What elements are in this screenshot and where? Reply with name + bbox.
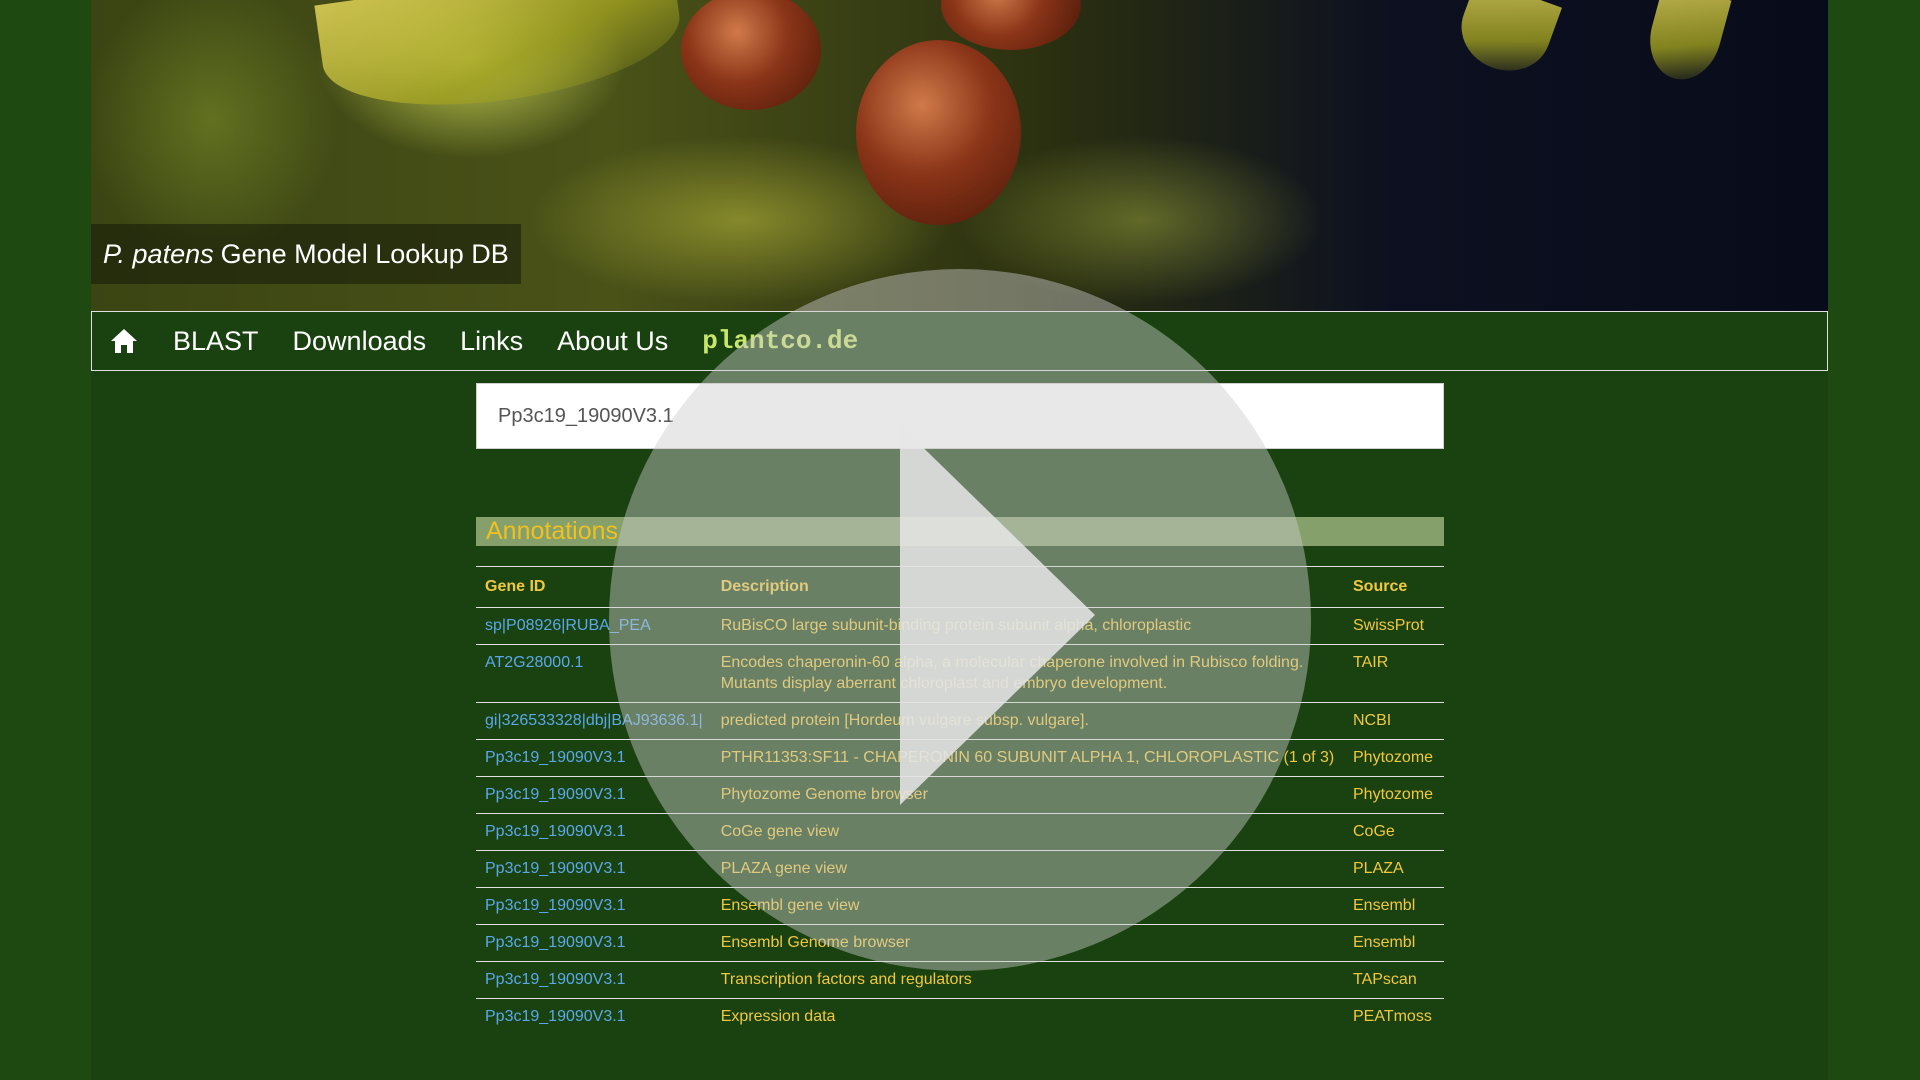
source-link[interactable]: PLAZA xyxy=(1344,850,1444,888)
column-header-source: Source xyxy=(1344,566,1444,608)
nav-downloads[interactable]: Downloads xyxy=(293,326,427,357)
source-link[interactable]: PEATmoss xyxy=(1344,998,1444,1035)
home-icon[interactable] xyxy=(109,326,139,356)
site-title-species: P. patens xyxy=(103,238,214,269)
gene-id-link[interactable]: Pp3c19_19090V3.1 xyxy=(476,924,712,962)
description-cell: Expression data xyxy=(711,998,1344,1035)
berry-decoration xyxy=(856,40,1021,225)
source-link[interactable]: SwissProt xyxy=(1344,607,1444,645)
leaf-decoration xyxy=(1450,0,1562,83)
source-link[interactable]: NCBI xyxy=(1344,702,1444,740)
source-link[interactable]: Phytozome xyxy=(1344,776,1444,814)
source-link[interactable]: Phytozome xyxy=(1344,739,1444,777)
source-link[interactable]: TAPscan xyxy=(1344,961,1444,999)
berry-decoration xyxy=(941,0,1081,50)
gene-id-link[interactable]: Pp3c19_19090V3.1 xyxy=(476,850,712,888)
gene-id-link[interactable]: Pp3c19_19090V3.1 xyxy=(476,887,712,925)
leaf-decoration xyxy=(1640,0,1732,88)
nav-links[interactable]: Links xyxy=(460,326,523,357)
nav-blast[interactable]: BLAST xyxy=(173,326,259,357)
site-title-text: Gene Model Lookup DB xyxy=(220,238,509,269)
table-row: Pp3c19_19090V3.1 Expression data PEATmos… xyxy=(476,998,1444,1035)
gene-id-link[interactable]: Pp3c19_19090V3.1 xyxy=(476,961,712,999)
source-link[interactable]: TAIR xyxy=(1344,644,1444,703)
leaf-decoration xyxy=(314,0,688,125)
description-cell: Transcription factors and regulators xyxy=(711,961,1344,999)
source-link[interactable]: CoGe xyxy=(1344,813,1444,851)
header-banner-image: P. patens Gene Model Lookup DB xyxy=(91,0,1828,311)
source-link[interactable]: Ensembl xyxy=(1344,924,1444,962)
site-title: P. patens Gene Model Lookup DB xyxy=(91,224,521,284)
gene-id-link[interactable]: Pp3c19_19090V3.1 xyxy=(476,998,712,1035)
nav-about-us[interactable]: About Us xyxy=(557,326,668,357)
play-icon[interactable] xyxy=(900,425,1095,805)
berry-decoration xyxy=(681,0,821,110)
source-link[interactable]: Ensembl xyxy=(1344,887,1444,925)
